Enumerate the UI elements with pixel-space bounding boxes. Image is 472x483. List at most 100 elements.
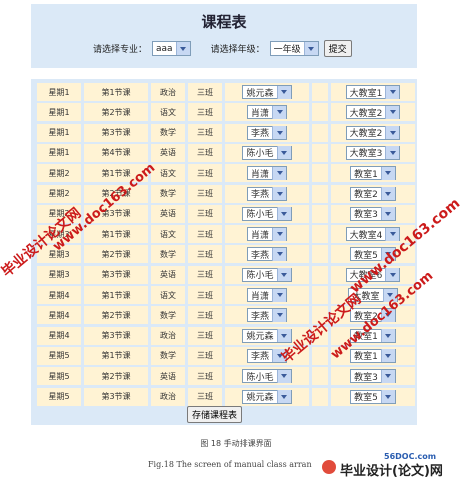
subject-cell: 英语 (151, 143, 185, 162)
chevron-down-icon (276, 207, 291, 221)
logo-mark-icon (322, 460, 336, 474)
room-select-value: 大教室3 (349, 149, 383, 160)
teacher-cell: 陈小毛 (225, 367, 309, 386)
subject-cell: 政治 (151, 326, 185, 345)
room-select[interactable]: 教室1 (350, 348, 396, 363)
chevron-down-icon (276, 369, 291, 383)
teacher-select[interactable]: 肖潇 (246, 166, 287, 181)
teacher-select[interactable]: 肖潇 (246, 288, 287, 302)
period-cell: 第3节课 (84, 387, 148, 406)
period-cell: 第3节课 (84, 265, 148, 284)
teacher-select[interactable]: 肖潇 (246, 105, 287, 120)
class-cell: 三班 (188, 286, 222, 304)
teacher-select[interactable]: 姚元森 (242, 85, 292, 99)
day-cell: 星期4 (37, 286, 81, 304)
subject-cell: 数学 (151, 306, 185, 325)
subject-cell: 数学 (151, 184, 185, 203)
class-cell: 三班 (188, 164, 222, 183)
teacher-select[interactable]: 陈小毛 (242, 369, 292, 384)
teacher-select-value: 肖潇 (250, 169, 269, 180)
page-title: 课程表 (201, 13, 247, 31)
table-row: 星期5 第3节课 政治 三班 姚元森 教室5 (37, 387, 415, 406)
period-cell: 第1节课 (84, 346, 148, 365)
room-select[interactable]: 大教室2 (345, 125, 401, 140)
teacher-select[interactable]: 李燕 (246, 247, 287, 262)
chevron-down-icon (276, 146, 291, 160)
spacer-cell (312, 204, 328, 223)
subject-cell: 政治 (151, 83, 185, 101)
table-row: 星期1 第3节课 数学 三班 李燕 大教室2 (37, 123, 415, 142)
room-cell: 教室2 (331, 184, 415, 203)
room-select[interactable]: 教室3 (350, 369, 396, 384)
teacher-cell: 陈小毛 (225, 265, 309, 284)
grade-select-value: 一年级 (273, 45, 301, 55)
period-cell: 第2节课 (84, 245, 148, 264)
spacer-cell (312, 245, 328, 264)
subject-cell: 数学 (151, 245, 185, 264)
schedule-table: 星期1 第1节课 政治 三班 姚元森 大教室1 星期1 第2节课 语文 三班 肖潇 大教室2 星期1 第3… (31, 79, 417, 425)
room-select[interactable]: 教室1 (350, 166, 396, 181)
spacer-cell (312, 225, 328, 244)
day-cell: 星期1 (37, 123, 81, 142)
room-select-value: 教室2 (354, 190, 378, 200)
teacher-cell: 肖潇 (225, 164, 309, 183)
teacher-select[interactable]: 陈小毛 (242, 267, 292, 282)
chevron-down-icon (380, 329, 395, 343)
day-cell: 星期1 (37, 83, 81, 101)
teacher-select-value: 陈小毛 (246, 149, 274, 160)
table-row: 星期1 第4节课 英语 三班 陈小毛 大教室3 (37, 143, 415, 162)
class-cell: 三班 (188, 83, 222, 101)
class-cell: 三班 (188, 367, 222, 386)
submit-button[interactable]: 提交 (323, 40, 352, 57)
teacher-select[interactable]: 李燕 (246, 308, 287, 323)
room-select[interactable]: 教室3 (350, 206, 396, 221)
chevron-down-icon (272, 187, 286, 200)
period-cell: 第1节课 (84, 225, 148, 244)
chevron-down-icon (385, 146, 400, 160)
class-cell: 三班 (188, 265, 222, 284)
room-select[interactable]: 大教室2 (345, 105, 401, 120)
grade-select[interactable]: 一年级 (269, 41, 319, 56)
room-select[interactable]: 教室2 (350, 186, 396, 201)
teacher-select[interactable]: 陈小毛 (242, 206, 292, 221)
teacher-select[interactable]: 陈小毛 (242, 145, 292, 160)
teacher-select[interactable]: 姚元森 (242, 328, 292, 343)
room-select-value: 大教室2 (349, 108, 383, 119)
teacher-cell: 肖潇 (225, 286, 309, 304)
teacher-cell: 李燕 (225, 123, 309, 142)
room-cell: 大教室1 (331, 83, 415, 101)
chevron-down-icon (380, 369, 395, 383)
class-cell: 三班 (188, 123, 222, 142)
teacher-select[interactable]: 姚元森 (242, 389, 292, 404)
spacer-cell (312, 164, 328, 183)
room-select[interactable]: 大教室4 (345, 227, 401, 242)
room-select[interactable]: 大教室1 (345, 85, 401, 99)
chevron-down-icon (175, 42, 190, 55)
teacher-select[interactable]: 李燕 (246, 125, 287, 140)
chevron-down-icon (276, 268, 291, 282)
period-cell: 第3节课 (84, 123, 148, 142)
chevron-down-icon (276, 329, 291, 343)
table-row: 星期1 第2节课 语文 三班 肖潇 大教室2 (37, 103, 415, 122)
day-cell: 星期2 (37, 184, 81, 203)
teacher-cell: 姚元森 (225, 387, 309, 406)
room-select[interactable]: 教室5 (350, 389, 396, 404)
save-schedule-button[interactable]: 存储课程表 (187, 406, 243, 423)
subject-cell: 语文 (151, 103, 185, 122)
day-cell: 星期4 (37, 306, 81, 325)
day-cell: 星期1 (37, 103, 81, 122)
table-row: 星期3 第1节课 语文 三班 肖潇 大教室4 (37, 225, 415, 244)
teacher-cell: 陈小毛 (225, 143, 309, 162)
major-select[interactable]: aaa (152, 41, 191, 56)
room-select[interactable]: 大教室3 (345, 145, 401, 160)
teacher-select-value: 陈小毛 (246, 372, 274, 383)
chevron-down-icon (276, 390, 291, 403)
teacher-select[interactable]: 李燕 (246, 186, 287, 201)
subject-cell: 英语 (151, 204, 185, 223)
chevron-down-icon (272, 126, 286, 140)
teacher-select[interactable]: 肖潇 (246, 227, 287, 242)
chevron-down-icon (380, 349, 395, 363)
room-cell: 大教室3 (331, 143, 415, 162)
header-panel: 课程表 请选择专业： aaa 请选择年级： 一年级 提交 (31, 4, 417, 68)
teacher-select-value: 陈小毛 (246, 271, 274, 282)
